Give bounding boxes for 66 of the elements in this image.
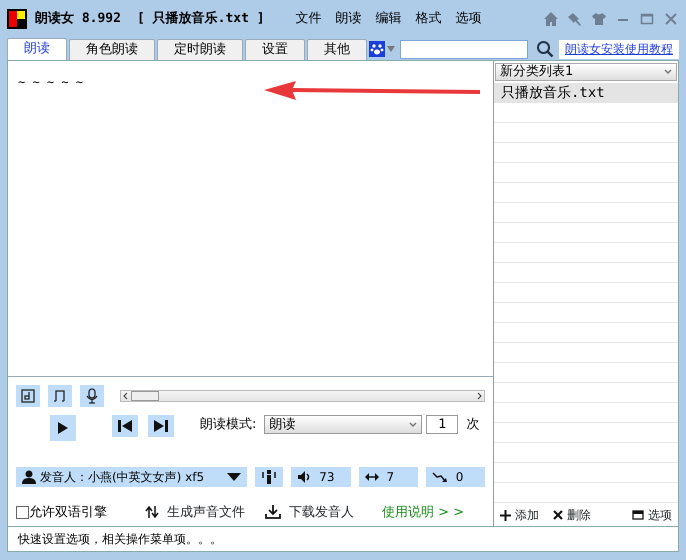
tab[interactable]: 朗读 xyxy=(7,38,67,60)
mode-label: 朗读模式: xyxy=(200,416,256,434)
window-title: 朗读女 8.992 xyxy=(35,10,121,28)
tab[interactable]: 其他 xyxy=(307,39,367,60)
descending-line-icon xyxy=(432,470,448,482)
add-button[interactable]: 添加 xyxy=(500,506,539,524)
speaker-dropdown[interactable]: 发音人：小燕(中英文女声) xf5 xyxy=(16,466,248,486)
tab[interactable]: 设置 xyxy=(245,39,305,60)
caret-icon[interactable] xyxy=(387,45,395,53)
microphone-button[interactable] xyxy=(80,385,104,407)
play-icon xyxy=(58,422,68,434)
generate-audio-link[interactable]: 生成声音文件 xyxy=(145,502,245,522)
download-voice-link[interactable]: 下载发音人 xyxy=(265,502,354,522)
repeat-unit: 次 xyxy=(466,416,480,434)
chevron-icon xyxy=(664,69,672,75)
person-waves-icon xyxy=(261,468,278,484)
music-note-button[interactable] xyxy=(48,385,72,407)
search-field[interactable] xyxy=(400,40,528,58)
window-icon xyxy=(632,510,644,520)
menu-item[interactable]: 朗读 xyxy=(328,9,369,29)
plus-icon xyxy=(500,510,511,520)
paw-icon[interactable] xyxy=(369,41,385,57)
file-list-item[interactable]: 只播放音乐.txt xyxy=(494,83,678,103)
speed-control[interactable]: 7 xyxy=(358,466,418,486)
search-icon[interactable] xyxy=(536,40,554,58)
chevron-icon xyxy=(409,422,418,428)
text-editor[interactable]: ~ ~ ~ ~ ~ xyxy=(8,61,493,376)
editor-text: ~ ~ ~ ~ ~ xyxy=(18,75,84,89)
scroll-thumb[interactable] xyxy=(131,391,159,401)
tab[interactable]: 定时朗读 xyxy=(157,39,243,60)
microphone-icon xyxy=(85,388,99,404)
download-icon xyxy=(265,505,281,520)
music-note-icon xyxy=(53,389,67,403)
next-button[interactable] xyxy=(148,415,174,437)
bilingual-checkbox[interactable]: 允许双语引擎 xyxy=(16,502,107,522)
skip-back-icon xyxy=(118,420,132,432)
speaker-icon xyxy=(297,470,312,484)
position-scrollbar[interactable] xyxy=(120,390,485,402)
menu-item[interactable]: 编辑 xyxy=(368,9,409,29)
play-button[interactable] xyxy=(50,415,76,441)
category-dropdown[interactable]: 新分类列表1 xyxy=(495,63,677,81)
app-logo-icon xyxy=(7,9,27,29)
caret-icon xyxy=(227,472,242,480)
repeat-field[interactable]: 1 xyxy=(426,415,458,434)
previous-button[interactable] xyxy=(112,415,138,437)
menu-item[interactable]: 选项 xyxy=(448,9,489,29)
options-button[interactable]: 选项 xyxy=(632,506,672,524)
document-name: [ 只播放音乐.txt ] xyxy=(136,10,265,28)
skip-forward-icon xyxy=(154,420,168,432)
convert-arrows-icon xyxy=(145,505,159,520)
menu-item[interactable]: 文件 xyxy=(288,9,329,29)
usage-guide-link[interactable]: 使用说明 > > xyxy=(382,502,464,522)
delete-button[interactable]: 删除 xyxy=(553,506,591,524)
document-icon xyxy=(21,389,35,403)
person-icon xyxy=(22,470,36,484)
help-link[interactable]: 朗读女安装使用教程 xyxy=(559,40,679,58)
document-button[interactable] xyxy=(16,385,40,407)
mode-dropdown[interactable]: 朗读 xyxy=(264,415,422,434)
double-arrow-icon xyxy=(364,472,378,482)
status-bar: 快速设置选项，相关操作菜单项。。。 xyxy=(7,527,679,552)
volume-control[interactable]: 73 xyxy=(291,466,350,486)
close-icon xyxy=(553,510,563,520)
menu-item[interactable]: 格式 xyxy=(408,9,449,29)
pitch-control[interactable]: 0 xyxy=(426,466,485,486)
tab[interactable]: 角色朗读 xyxy=(69,39,155,60)
voice-settings-button[interactable] xyxy=(255,466,284,486)
